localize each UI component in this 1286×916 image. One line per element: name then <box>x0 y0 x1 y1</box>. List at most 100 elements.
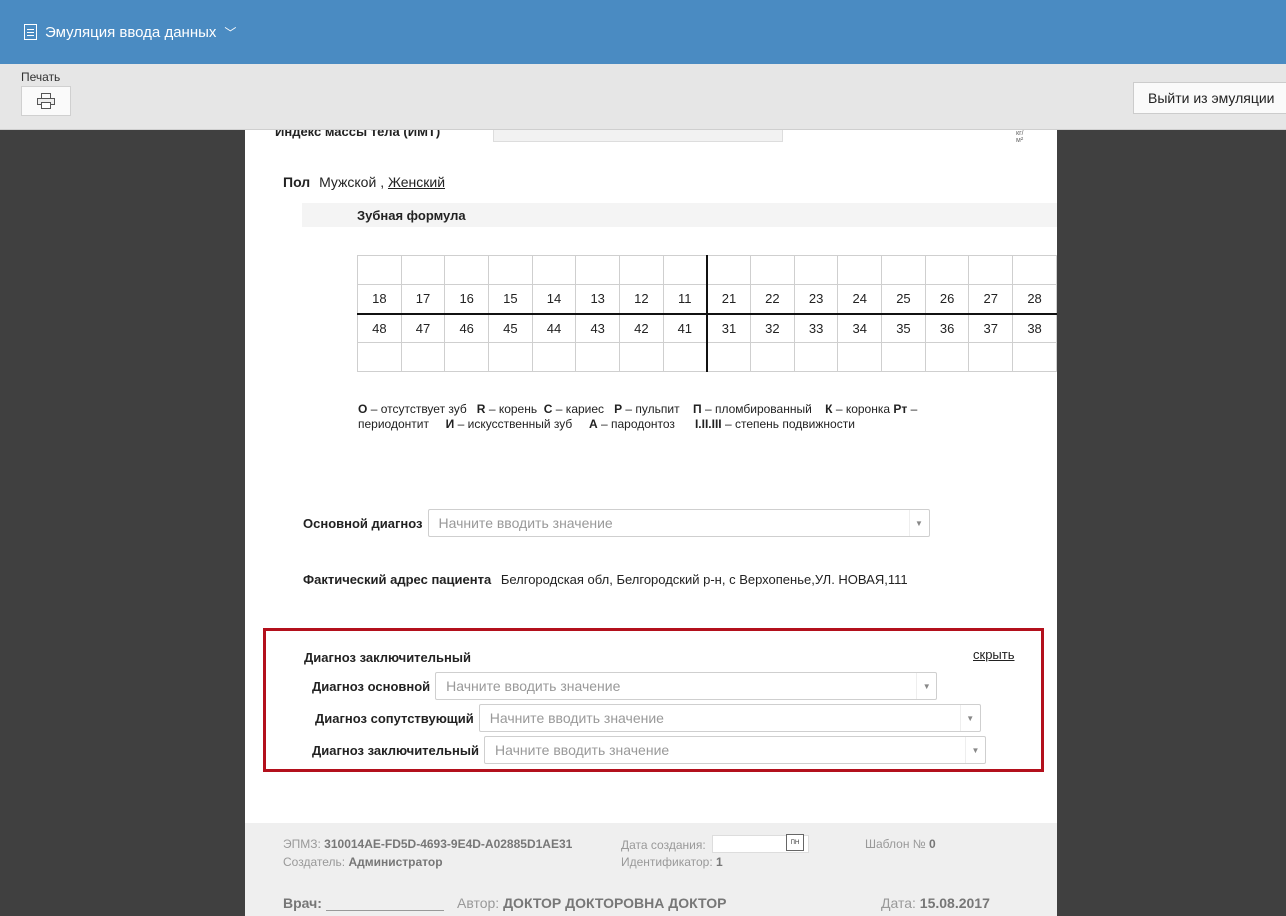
tooth-number: 12 <box>619 284 664 315</box>
tooth-status-cell[interactable] <box>488 342 533 372</box>
tooth-status-cell[interactable] <box>837 342 883 372</box>
tooth-number: 16 <box>444 284 490 315</box>
tooth-number: 33 <box>793 313 839 343</box>
final-diagnosis-final-select[interactable]: Начните вводить значение ▼ <box>483 736 986 764</box>
tooth-number: 17 <box>400 284 446 315</box>
legend-key-a: А <box>588 417 598 431</box>
final-diagnosis-main-select[interactable]: Начните вводить значение ▼ <box>435 672 938 700</box>
dropdown-arrow-icon[interactable]: ▼ <box>959 705 980 731</box>
tooth-status-cell[interactable] <box>793 255 839 285</box>
tooth-number: 47 <box>400 313 446 343</box>
tooth-status-cell[interactable] <box>1012 255 1057 285</box>
printer-icon <box>37 93 55 109</box>
app-title-bar: Эмуляция ввода данных ﹀ <box>0 0 1286 64</box>
final-diagnosis-concomitant-row: Диагноз сопутствующий Начните вводить зн… <box>315 704 981 732</box>
tooth-status-cell[interactable] <box>750 342 795 372</box>
tooth-number: 42 <box>619 313 664 343</box>
dropdown-arrow-icon[interactable]: ▼ <box>916 673 936 699</box>
tooth-status-cell[interactable] <box>619 342 664 372</box>
tooth-status-cell[interactable] <box>357 255 402 285</box>
main-diagnosis-label: Основной диагноз <box>303 515 423 531</box>
tooth-status-cell[interactable] <box>837 255 883 285</box>
chevron-down-icon[interactable]: ﹀ <box>224 24 236 41</box>
final-diagnosis-final-placeholder: Начните вводить значение <box>494 742 670 758</box>
tooth-status-cell[interactable] <box>444 342 490 372</box>
final-diagnosis-concomitant-select[interactable]: Начните вводить значение ▼ <box>478 704 981 732</box>
tooth-status-cell[interactable] <box>400 342 446 372</box>
tooth-number: 46 <box>444 313 490 343</box>
tooth-status-cell[interactable] <box>706 255 752 285</box>
tooth-status-cell[interactable] <box>881 255 926 285</box>
legend-key-degree: I.II.III <box>694 417 722 431</box>
document-page: Индекс массы тела (ИМТ) кг/м² Пол Мужско… <box>245 130 1057 916</box>
legend-text-i: – искусственный зуб <box>457 417 573 431</box>
calendar-icon[interactable]: ПН <box>786 834 804 851</box>
date-info: Дата: 15.08.2017 <box>881 895 990 911</box>
tooth-status-cell[interactable] <box>619 255 664 285</box>
tooth-status-cell[interactable] <box>793 342 839 372</box>
doctor-signature-line <box>325 899 444 911</box>
tooth-status-cell[interactable] <box>575 342 621 372</box>
tooth-status-cell[interactable] <box>968 342 1014 372</box>
date-created-label: Дата создания: <box>621 838 706 852</box>
tooth-status-cell[interactable] <box>968 255 1014 285</box>
sex-option-female[interactable]: Женский <box>388 174 445 190</box>
tooth-number: 27 <box>968 284 1014 315</box>
identifier-value: 1 <box>716 855 723 869</box>
exit-emulation-button[interactable]: Выйти из эмуляции <box>1133 82 1286 114</box>
bmi-field[interactable]: кг/м² <box>493 130 1024 144</box>
tooth-status-cell[interactable] <box>750 255 795 285</box>
tooth-number: 44 <box>531 313 577 343</box>
tooth-number: 45 <box>488 313 533 343</box>
lower-status-row <box>357 342 1057 372</box>
tooth-status-cell[interactable] <box>357 342 402 372</box>
tooth-status-cell[interactable] <box>531 255 577 285</box>
final-diagnosis-concomitant-label: Диагноз сопутствующий <box>315 710 474 726</box>
tooth-number: 37 <box>968 313 1014 343</box>
legend-key-c: С <box>543 402 553 416</box>
tooth-status-cell[interactable] <box>924 255 970 285</box>
tooth-number: 32 <box>750 313 795 343</box>
legend-text-c: – кариес <box>555 402 605 416</box>
sex-option-male[interactable]: Мужской <box>319 174 376 190</box>
tooth-status-cell[interactable] <box>531 342 577 372</box>
upper-teeth-row: 18 17 16 15 14 13 12 11 21 22 23 24 25 26 27 28 <box>357 284 1057 315</box>
tooth-status-cell[interactable] <box>881 342 926 372</box>
legend-key-pl: П <box>692 402 702 416</box>
final-diagnosis-final-row: Диагноз заключительный Начните вводить з… <box>312 736 986 764</box>
document-icon <box>24 24 37 40</box>
app-title[interactable]: Эмуляция ввода данных <box>45 24 216 41</box>
tooth-status-cell[interactable] <box>400 255 446 285</box>
tooth-status-cell[interactable] <box>1012 342 1057 372</box>
main-diagnosis-select[interactable]: Начните вводить значение ▼ <box>427 509 930 537</box>
final-diagnosis-main-placeholder: Начните вводить значение <box>446 678 621 694</box>
tooth-number: 18 <box>357 284 402 315</box>
legend-key-pt: Рт <box>893 402 908 416</box>
print-button[interactable] <box>21 86 71 116</box>
doctor-label: Врач: <box>283 895 322 911</box>
tooth-number: 38 <box>1012 313 1057 343</box>
tooth-number: 35 <box>881 313 926 343</box>
creator-label: Создатель: <box>283 855 346 869</box>
tooth-status-cell[interactable] <box>575 255 621 285</box>
patient-address-value: Белгородская обл, Белгородский р-н, с Ве… <box>500 572 908 587</box>
identifier-label: Идентификатор: <box>621 855 713 869</box>
upper-status-row <box>357 255 1057 285</box>
toolbar: Печать Выйти из эмуляции <box>0 64 1286 130</box>
tooth-status-cell[interactable] <box>444 255 490 285</box>
tooth-status-cell[interactable] <box>706 342 752 372</box>
template-label: Шаблон № <box>865 837 926 851</box>
dropdown-arrow-icon[interactable]: ▼ <box>964 737 985 763</box>
main-diagnosis-placeholder: Начните вводить значение <box>438 515 613 531</box>
template-info: Шаблон № 0 <box>865 837 936 851</box>
legend-text-r: – корень <box>488 402 538 416</box>
tooth-status-cell[interactable] <box>924 342 970 372</box>
legend-key-i: И <box>445 417 455 431</box>
tooth-status-cell[interactable] <box>662 342 708 372</box>
dropdown-arrow-icon[interactable]: ▼ <box>908 510 929 536</box>
tooth-status-cell[interactable] <box>488 255 533 285</box>
tooth-status-cell[interactable] <box>662 255 708 285</box>
final-diagnosis-title: Диагноз заключительный <box>304 650 471 665</box>
identifier-info: Идентификатор: 1 <box>621 855 723 869</box>
hide-link[interactable]: скрыть <box>973 647 1015 662</box>
